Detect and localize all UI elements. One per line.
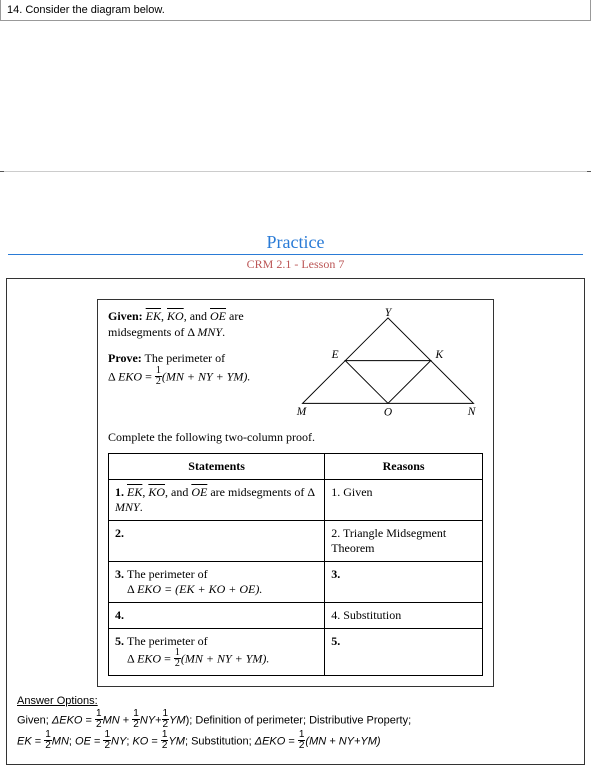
label-y: Y xyxy=(385,308,393,319)
given-line: Given: EK, KO, and OE are midsegments of… xyxy=(108,308,293,340)
header-reasons: Reasons xyxy=(325,454,483,480)
lesson-subtitle: CRM 2.1 - Lesson 7 xyxy=(0,257,591,272)
table-header-row: Statements Reasons xyxy=(109,454,483,480)
prove-eq: = xyxy=(142,369,155,383)
label-m: M xyxy=(296,406,308,418)
header-statements: Statements xyxy=(109,454,325,480)
table-row: 3. The perimeter of Δ EKO = (EK + KO + O… xyxy=(109,562,483,603)
seg-ek: EK xyxy=(146,309,161,323)
label-e: E xyxy=(331,349,339,361)
prove-sum: (MN + NY + YM). xyxy=(162,369,251,383)
answer-options: Answer Options: Given; ΔEKO = 12MN + 12N… xyxy=(13,693,578,758)
prove-tri-delta: Δ xyxy=(108,369,118,383)
given-prove-row: Given: EK, KO, and OE are midsegments of… xyxy=(108,308,483,418)
complete-instruction: Complete the following two-column proof. xyxy=(108,430,483,445)
practice-title: Practice xyxy=(8,232,583,255)
reason-1: 1. Given xyxy=(325,480,483,521)
outer-container: Given: EK, KO, and OE are midsegments of… xyxy=(6,278,585,765)
table-row: 1. EK, KO, and OE are midsegments of Δ M… xyxy=(109,480,483,521)
seg-oe: OE xyxy=(210,309,226,323)
proof-table: Statements Reasons 1. EK, KO, and OE are… xyxy=(108,453,483,676)
triangle-diagram: Y E K M O N xyxy=(293,308,483,418)
prove-line: Prove: The perimeter of Δ EKO = 12(MN + … xyxy=(108,350,293,387)
proof-box: Given: EK, KO, and OE are midsegments of… xyxy=(97,299,494,687)
given-prove-text: Given: EK, KO, and OE are midsegments of… xyxy=(108,308,293,388)
prove-label: Prove: xyxy=(108,351,142,365)
stmt-3: 3. The perimeter of Δ EKO = (EK + KO + O… xyxy=(109,562,325,603)
reason-4: 4. Substitution xyxy=(325,603,483,629)
given-end: . xyxy=(222,325,225,339)
seg-ko: KO xyxy=(167,309,184,323)
label-o: O xyxy=(384,407,392,418)
label-k: K xyxy=(435,349,445,361)
stmt-1: 1. EK, KO, and OE are midsegments of Δ M… xyxy=(109,480,325,521)
table-row: 2. 2. Triangle Midsegment Theorem xyxy=(109,521,483,562)
question-14-header: 14. Consider the diagram below. xyxy=(0,0,591,21)
stmt-2: 2. xyxy=(109,521,325,562)
stmt-5: 5. The perimeter of Δ EKO = 12(MN + NY +… xyxy=(109,629,325,676)
reason-3: 3. xyxy=(325,562,483,603)
reason-5: 5. xyxy=(325,629,483,676)
answer-title: Answer Options: xyxy=(17,695,98,707)
half-fraction: 12 xyxy=(155,366,162,387)
stmt-4: 4. xyxy=(109,603,325,629)
reason-2: 2. Triangle Midsegment Theorem xyxy=(325,521,483,562)
prove-text: The perimeter of xyxy=(142,351,225,365)
given-label: Given: xyxy=(108,309,143,323)
label-n: N xyxy=(467,406,477,418)
tri-eko: EKO xyxy=(118,369,142,383)
table-row: 5. The perimeter of Δ EKO = 12(MN + NY +… xyxy=(109,629,483,676)
q14-text: 14. Consider the diagram below. xyxy=(7,4,165,16)
tri-mny: MNY xyxy=(197,325,222,339)
table-row: 4. 4. Substitution xyxy=(109,603,483,629)
blank-space xyxy=(0,21,591,172)
